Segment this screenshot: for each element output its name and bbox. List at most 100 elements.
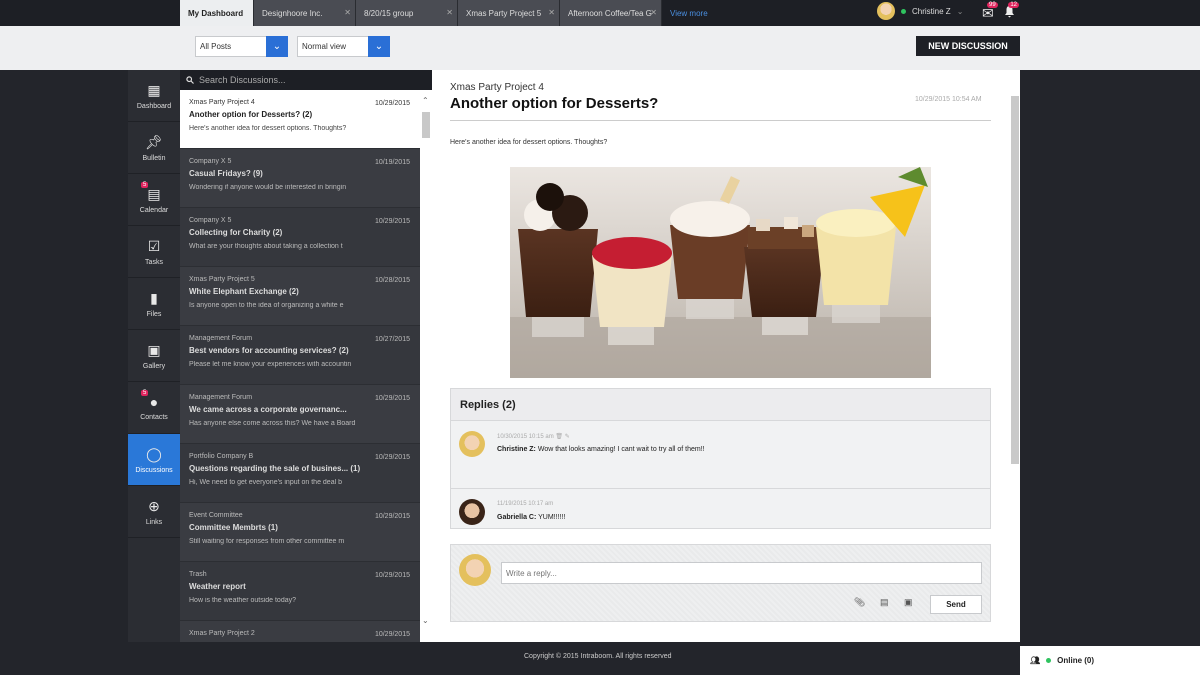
item-preview: Wondering if anyone would be interested … [189, 184, 347, 191]
list-scroll-thumb[interactable] [422, 112, 430, 138]
nav-label: Calendar [139, 206, 169, 214]
search-bar[interactable]: Search Discussions... [180, 70, 432, 90]
tasks-icon: ☑ [147, 237, 161, 254]
nav-label: Gallery [142, 362, 166, 370]
list-item[interactable]: Trash 10/29/2015 Weather report How is t… [180, 562, 420, 621]
replies-panel: Replies (2) 10/30/2015 10:15 am 🗑︎ ✎ Chr… [450, 388, 991, 529]
item-date: 10/19/2015 [374, 159, 410, 166]
tab-designhoore[interactable]: Designhoore Inc. ✕ [254, 0, 356, 26]
post-date: 10/29/2015 10:54 AM [915, 96, 982, 103]
avatar [459, 554, 491, 586]
detail-scroll-thumb[interactable] [1011, 96, 1019, 464]
nav-dashboard[interactable]: ▦ Dashboard [128, 70, 180, 122]
nav-tasks[interactable]: ☑ Tasks [128, 226, 180, 278]
document-icon[interactable]: ▤ [880, 597, 889, 608]
reply-item: 11/19/2015 10:17 am Gabriella C: YUM!!!!… [451, 489, 990, 528]
grid-icon: ▦ [147, 81, 161, 98]
calendar-icon: ▤ [147, 185, 161, 202]
tab-xmas-party-5[interactable]: Xmas Party Project 5 ✕ [458, 0, 560, 26]
nav-discussions[interactable]: ◯ Discussions [128, 434, 180, 486]
discussion-list: Search Discussions... Xmas Party Project… [180, 70, 432, 642]
list-item[interactable]: Portfolio Company B 10/29/2015 Questions… [180, 444, 420, 503]
item-preview: How is the weather outside today? [189, 597, 297, 604]
tab-label: Xmas Party Project 5 [466, 8, 542, 18]
item-title: Another option for Desserts? (2) [189, 110, 313, 119]
close-icon[interactable]: ✕ [446, 8, 453, 17]
item-date: 10/28/2015 [374, 277, 410, 284]
detail-scrollbar[interactable] [1010, 76, 1020, 522]
reply-author: Christine Z: [497, 446, 536, 453]
mail-badge: 99 [987, 2, 998, 8]
nav-label: Links [145, 518, 163, 526]
nav-files[interactable]: ▮ Files [128, 278, 180, 330]
edit-icon[interactable]: ✎ [565, 434, 570, 440]
filter-bar: All Posts ⌄ Normal view ⌄ NEW DISCUSSION [0, 26, 1200, 70]
view-more-label: View more [670, 8, 708, 18]
tab-8-20-15-group[interactable]: 8/20/15 group ✕ [356, 0, 458, 26]
avatar [877, 2, 895, 20]
attach-icon[interactable]: 📎︎ [854, 597, 865, 608]
new-discussion-button[interactable]: NEW DISCUSSION [916, 36, 1020, 56]
list-item[interactable]: Management Forum 10/29/2015 We came acro… [180, 385, 420, 444]
image-icon[interactable]: ▣ [904, 597, 913, 608]
reply-body: Wow that looks amazing! I cant wait to t… [537, 446, 705, 453]
online-panel[interactable]: 👥︎ Online (0) [1020, 646, 1200, 675]
nav-bulletin[interactable]: 📌︎ Bulletin [128, 122, 180, 174]
close-icon[interactable]: ✕ [344, 8, 351, 17]
item-preview: Still waiting for responses from other c… [189, 538, 345, 545]
discussion-detail: Xmas Party Project 4 Another option for … [432, 70, 1020, 642]
close-icon[interactable]: ✕ [650, 8, 657, 17]
pin-icon: 📌︎ [145, 133, 163, 150]
reply-body: YUM!!!!!! [538, 514, 566, 521]
nav-label: Bulletin [142, 154, 166, 162]
list-item[interactable]: Xmas Party Project 4 10/29/2015 Another … [180, 90, 420, 149]
send-button[interactable]: Send [930, 595, 982, 614]
list-item[interactable]: Xmas Party Project 5 10/28/2015 White El… [180, 267, 420, 326]
tab-label: Afternoon Coffee/Tea G [568, 8, 652, 18]
reply-composer: 📎︎ ▤ ▣ Send [450, 544, 991, 622]
list-item[interactable]: Company X 5 10/19/2015 Casual Fridays? (… [180, 149, 420, 208]
item-title: Weather report [189, 582, 246, 591]
chevron-up-icon[interactable]: ⌃ [422, 96, 429, 105]
item-title: We came across a corporate governanc... [189, 405, 347, 414]
view-mode-select[interactable]: Normal view ⌄ [297, 36, 390, 57]
list-item[interactable]: Management Forum 10/27/2015 Best vendors… [180, 326, 420, 385]
item-title: Casual Fridays? (9) [189, 169, 263, 178]
item-title: White Elephant Exchange (2) [189, 287, 299, 296]
nav-contacts[interactable]: 5 ● Contacts [128, 382, 180, 434]
top-bar: My Dashboard Designhoore Inc. ✕ 8/20/15 g… [0, 0, 1200, 26]
notifications-badge: 12 [1008, 2, 1019, 8]
notifications-button[interactable]: 12 [1004, 2, 1019, 21]
list-scrollbar[interactable]: ⌃ ⌄ [420, 90, 432, 642]
list-item[interactable]: Company X 5 10/29/2015 Collecting for Ch… [180, 208, 420, 267]
tab-my-dashboard[interactable]: My Dashboard [180, 0, 254, 26]
view-mode-value: Normal view [302, 42, 347, 51]
reply-text: Christine Z: Wow that looks amazing! I c… [497, 446, 705, 453]
users-icon: 👥︎ [1030, 656, 1041, 665]
left-nav: ▦ Dashboard 📌︎ Bulletin 5 ▤ Calendar ☑ Tasks … [128, 70, 180, 642]
tab-afternoon-coffee[interactable]: Afternoon Coffee/Tea G ✕ [560, 0, 662, 26]
chevron-down-icon: ⌄ [956, 6, 964, 16]
nav-calendar[interactable]: 5 ▤ Calendar [128, 174, 180, 226]
list-item[interactable]: Xmas Party Project 2 10/29/2015 [180, 621, 420, 642]
nav-gallery[interactable]: ▣ Gallery [128, 330, 180, 382]
reply-input[interactable] [501, 562, 982, 584]
item-preview: Here's another idea for dessert options.… [189, 125, 347, 132]
online-count: Online (0) [1057, 656, 1095, 665]
chevron-down-icon: ⌄ [368, 36, 390, 57]
search-input[interactable]: Search Discussions... [199, 75, 286, 85]
chevron-down-icon[interactable]: ⌄ [422, 616, 429, 625]
nav-links[interactable]: ⊕ Links [128, 486, 180, 538]
item-preview: Has anyone else come across this? We hav… [189, 420, 356, 427]
user-menu[interactable]: Christine Z ⌄ [877, 2, 963, 20]
view-more-link[interactable]: View more [662, 0, 722, 26]
posts-filter-select[interactable]: All Posts ⌄ [195, 36, 288, 57]
search-icon [186, 76, 194, 84]
nav-label: Dashboard [136, 102, 172, 110]
trash-icon[interactable]: 🗑︎ [555, 434, 563, 440]
nav-label: Contacts [140, 414, 168, 421]
close-icon[interactable]: ✕ [548, 8, 555, 17]
list-item[interactable]: Event Committee 10/29/2015 Committee Mem… [180, 503, 420, 562]
item-date: 10/29/2015 [374, 100, 410, 107]
mail-button[interactable]: ✉ 99 [982, 2, 998, 22]
